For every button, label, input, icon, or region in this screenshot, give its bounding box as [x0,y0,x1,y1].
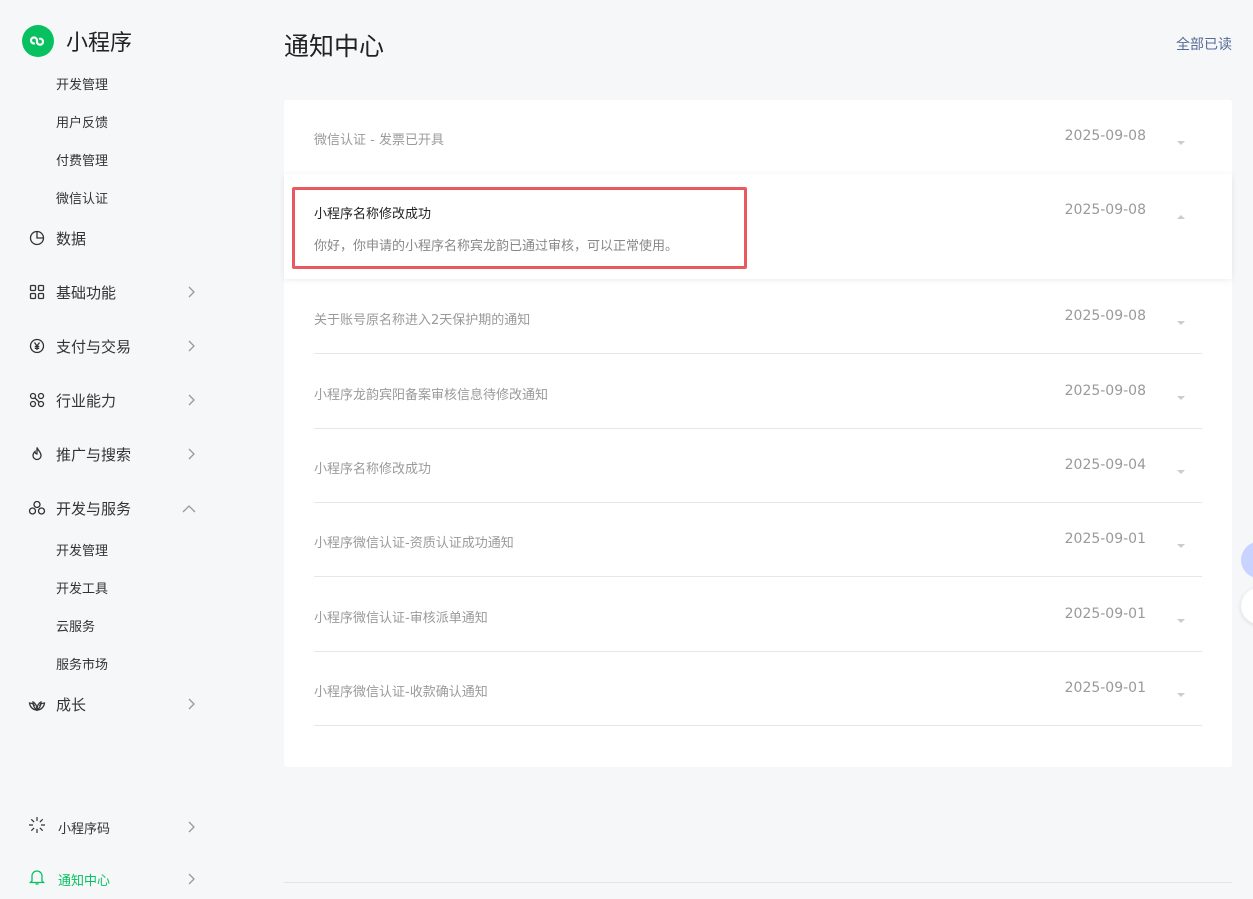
notification-date: 2025-09-01 [1064,680,1146,696]
floating-feedback-button[interactable] [1241,587,1253,625]
app-name: 小程序 [66,31,133,56]
notification-body: 你好，你申请的小程序名称宾龙韵已通过审核，可以正常使用。 [314,239,679,254]
notification-date: 2025-09-04 [1064,457,1146,473]
pie-chart-icon [28,229,46,247]
notification-title: 关于账号原名称进入2天保护期的通知 [314,313,531,328]
notification-title: 微信认证 - 发票已开具 [314,133,444,148]
caret-down-icon [1176,683,1186,702]
sidebar-item-notification-center[interactable]: 通知中心 [28,867,196,891]
sidebar-group-label: 支付与交易 [56,337,132,356]
notification-date: 2025-09-08 [1064,128,1146,144]
sidebar-group-growth[interactable]: 成长 [28,692,196,716]
footer-divider [284,882,1232,883]
bell-icon [28,868,46,890]
grid-icon [28,283,46,301]
sidebar-item-miniprogram-code[interactable]: 小程序码 [28,815,196,839]
lotus-icon [28,695,46,713]
notification-title: 小程序名称修改成功 [314,207,432,222]
notification-date: 2025-09-08 [1064,383,1146,399]
mark-all-read-link[interactable]: 全部已读 [1176,34,1232,54]
sidebar: 小程序 开发管理 用户反馈 付费管理 微信认证 数据 基础功能 支付与交易 行业… [0,0,226,899]
notification-item[interactable]: 微信认证 - 发票已开具 2025-09-08 [314,100,1202,174]
sidebar-item-payment-management[interactable]: 付费管理 [56,150,108,169]
sparkle-icon [28,816,46,838]
sidebar-group-label: 推广与搜索 [56,445,132,464]
floating-assistant-button[interactable] [1241,541,1253,579]
caret-down-icon [1176,311,1186,330]
cluster-icon [28,499,46,517]
chevron-right-icon [186,283,196,302]
chevron-right-icon [186,391,196,410]
app-logo[interactable]: 小程序 [22,25,132,57]
notification-title: 小程序微信认证-审核派单通知 [314,611,488,626]
chevron-right-icon [186,818,196,837]
sidebar-item-label: 通知中心 [58,873,111,889]
yen-icon [28,337,46,355]
notification-title: 小程序微信认证-收款确认通知 [314,685,488,700]
caret-down-icon [1176,534,1186,553]
sidebar-item-user-feedback[interactable]: 用户反馈 [56,112,108,131]
miniprogram-logo-icon [22,25,54,57]
caret-down-icon [1176,386,1186,405]
sidebar-group-label: 基础功能 [56,283,117,302]
notification-item[interactable]: 小程序微信认证-资质认证成功通知 2025-09-01 [314,503,1202,577]
chevron-right-icon [186,445,196,464]
notification-date: 2025-09-01 [1064,531,1146,547]
sidebar-group-label: 开发与服务 [56,499,132,518]
caret-down-icon [1176,131,1186,150]
sidebar-item-cloud-services[interactable]: 云服务 [56,616,95,635]
flame-icon [28,445,46,463]
sidebar-item-wechat-verification[interactable]: 微信认证 [56,188,108,207]
notification-item[interactable]: 小程序名称修改成功 2025-09-04 [314,429,1202,503]
sidebar-item-dev-management-sub[interactable]: 开发管理 [56,540,108,559]
sidebar-group-payment-trade[interactable]: 支付与交易 [28,334,196,358]
sidebar-group-label: 数据 [56,229,87,248]
caret-down-icon [1176,609,1186,628]
chevron-right-icon [186,337,196,356]
chevron-up-icon [182,499,196,518]
nodes-icon [28,391,46,409]
chevron-right-icon [186,695,196,714]
notification-item[interactable]: 关于账号原名称进入2天保护期的通知 2025-09-08 [314,280,1202,354]
notification-title: 小程序微信认证-资质认证成功通知 [314,536,514,551]
notification-item-expanded[interactable]: 小程序名称修改成功 你好，你申请的小程序名称宾龙韵已通过审核，可以正常使用。 2… [284,174,1232,279]
notification-title: 小程序龙韵宾阳备案审核信息待修改通知 [314,388,549,403]
notification-item[interactable]: 小程序龙韵宾阳备案审核信息待修改通知 2025-09-08 [314,355,1202,429]
sidebar-group-data[interactable]: 数据 [28,226,196,250]
sidebar-item-dev-management[interactable]: 开发管理 [56,74,108,93]
chevron-right-icon [186,870,196,889]
notification-title: 小程序名称修改成功 [314,462,432,477]
sidebar-group-basic-functions[interactable]: 基础功能 [28,280,196,304]
notification-item[interactable]: 小程序微信认证-收款确认通知 2025-09-01 [314,652,1202,726]
notification-date: 2025-09-01 [1064,606,1146,622]
notification-date: 2025-09-08 [1064,202,1146,218]
page-title: 通知中心 [284,32,385,61]
notification-date: 2025-09-08 [1064,308,1146,324]
sidebar-item-dev-tools[interactable]: 开发工具 [56,578,108,597]
sidebar-group-dev-services[interactable]: 开发与服务 [28,496,196,520]
sidebar-item-label: 小程序码 [58,821,111,837]
caret-down-icon [1176,460,1186,479]
notification-item[interactable]: 小程序微信认证-审核派单通知 2025-09-01 [314,578,1202,652]
sidebar-group-label: 行业能力 [56,391,117,410]
sidebar-item-service-market[interactable]: 服务市场 [56,654,108,673]
sidebar-group-promotion-search[interactable]: 推广与搜索 [28,442,196,466]
sidebar-group-industry-capability[interactable]: 行业能力 [28,388,196,412]
sidebar-group-label: 成长 [56,695,87,714]
caret-up-icon [1176,205,1186,224]
